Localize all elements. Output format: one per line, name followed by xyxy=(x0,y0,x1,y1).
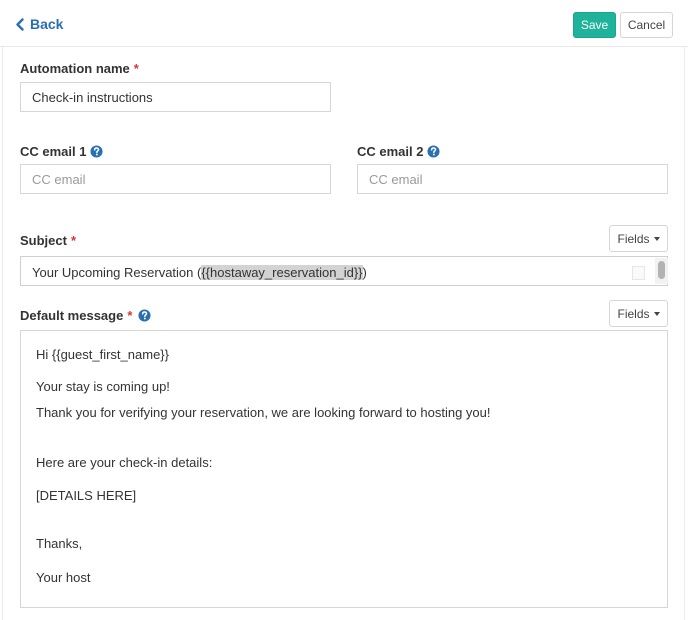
message-line: [DETAILS HERE] xyxy=(36,488,137,503)
subject-text: Your Upcoming Reservation ({{hostaway_re… xyxy=(32,265,367,280)
cc-email-2-input[interactable] xyxy=(357,164,668,194)
message-line: Hi {{guest_first_name}} xyxy=(36,347,169,362)
automation-name-input[interactable] xyxy=(20,82,331,112)
back-label: Back xyxy=(30,16,64,32)
subject-label: Subject * xyxy=(20,233,76,248)
message-line: Thanks, xyxy=(36,536,83,551)
subject-prefix: Your Upcoming Reservation ( xyxy=(32,265,202,280)
cc-email-1-input[interactable] xyxy=(20,164,331,194)
automation-editor: Back Save Cancel Automation name * CC em… xyxy=(0,0,688,620)
message-fields-label: Fields xyxy=(617,306,650,321)
subject-fields-button[interactable]: Fields xyxy=(609,225,668,252)
frame-divider-left xyxy=(2,47,3,620)
caret-down-icon xyxy=(653,236,660,241)
subject-suffix: ) xyxy=(362,265,367,280)
subject-resize-handle[interactable] xyxy=(632,266,645,280)
message-line: Your stay is coming up! xyxy=(36,379,170,394)
caret-down-icon xyxy=(653,311,660,316)
help-icon[interactable] xyxy=(138,309,151,322)
chevron-left-icon xyxy=(16,17,24,31)
default-message-label: Default message * xyxy=(20,308,151,323)
message-line: Here are your check-in details: xyxy=(36,455,213,470)
automation-name-label: Automation name * xyxy=(20,61,139,76)
scrollbar-thumb[interactable] xyxy=(658,261,665,279)
frame-divider-right xyxy=(684,47,685,620)
required-marker: * xyxy=(127,308,133,323)
back-link[interactable]: Back xyxy=(15,15,63,33)
subject-fields-label: Fields xyxy=(617,231,650,246)
cancel-button[interactable]: Cancel xyxy=(620,12,673,38)
cc-email-1-label: CC email 1 xyxy=(20,144,104,159)
message-line: Thank you for verifying your reservation… xyxy=(36,405,491,420)
subject-label-text: Subject xyxy=(20,233,67,248)
cc-email-2-label-text: CC email 2 xyxy=(357,144,424,159)
default-message-label-text: Default message xyxy=(20,308,124,323)
top-bar: Back Save Cancel xyxy=(0,0,688,47)
reservation-id-token: {{hostaway_reservation_id}} xyxy=(201,265,363,280)
required-marker: * xyxy=(133,61,139,76)
automation-name-label-text: Automation name xyxy=(20,61,130,76)
help-icon[interactable] xyxy=(90,145,104,158)
message-line: Your host xyxy=(36,570,91,585)
required-marker: * xyxy=(70,233,77,248)
subject-scrollbar[interactable] xyxy=(655,258,668,284)
default-message-editor[interactable]: Hi {{guest_first_name}} Your stay is com… xyxy=(20,330,668,608)
help-icon[interactable] xyxy=(427,145,441,158)
cc-email-2-label: CC email 2 xyxy=(357,144,441,159)
save-button[interactable]: Save xyxy=(573,12,616,38)
subject-input[interactable]: Your Upcoming Reservation ({{hostaway_re… xyxy=(20,256,668,286)
cc-email-1-label-text: CC email 1 xyxy=(20,144,87,159)
message-fields-button[interactable]: Fields xyxy=(609,300,668,327)
